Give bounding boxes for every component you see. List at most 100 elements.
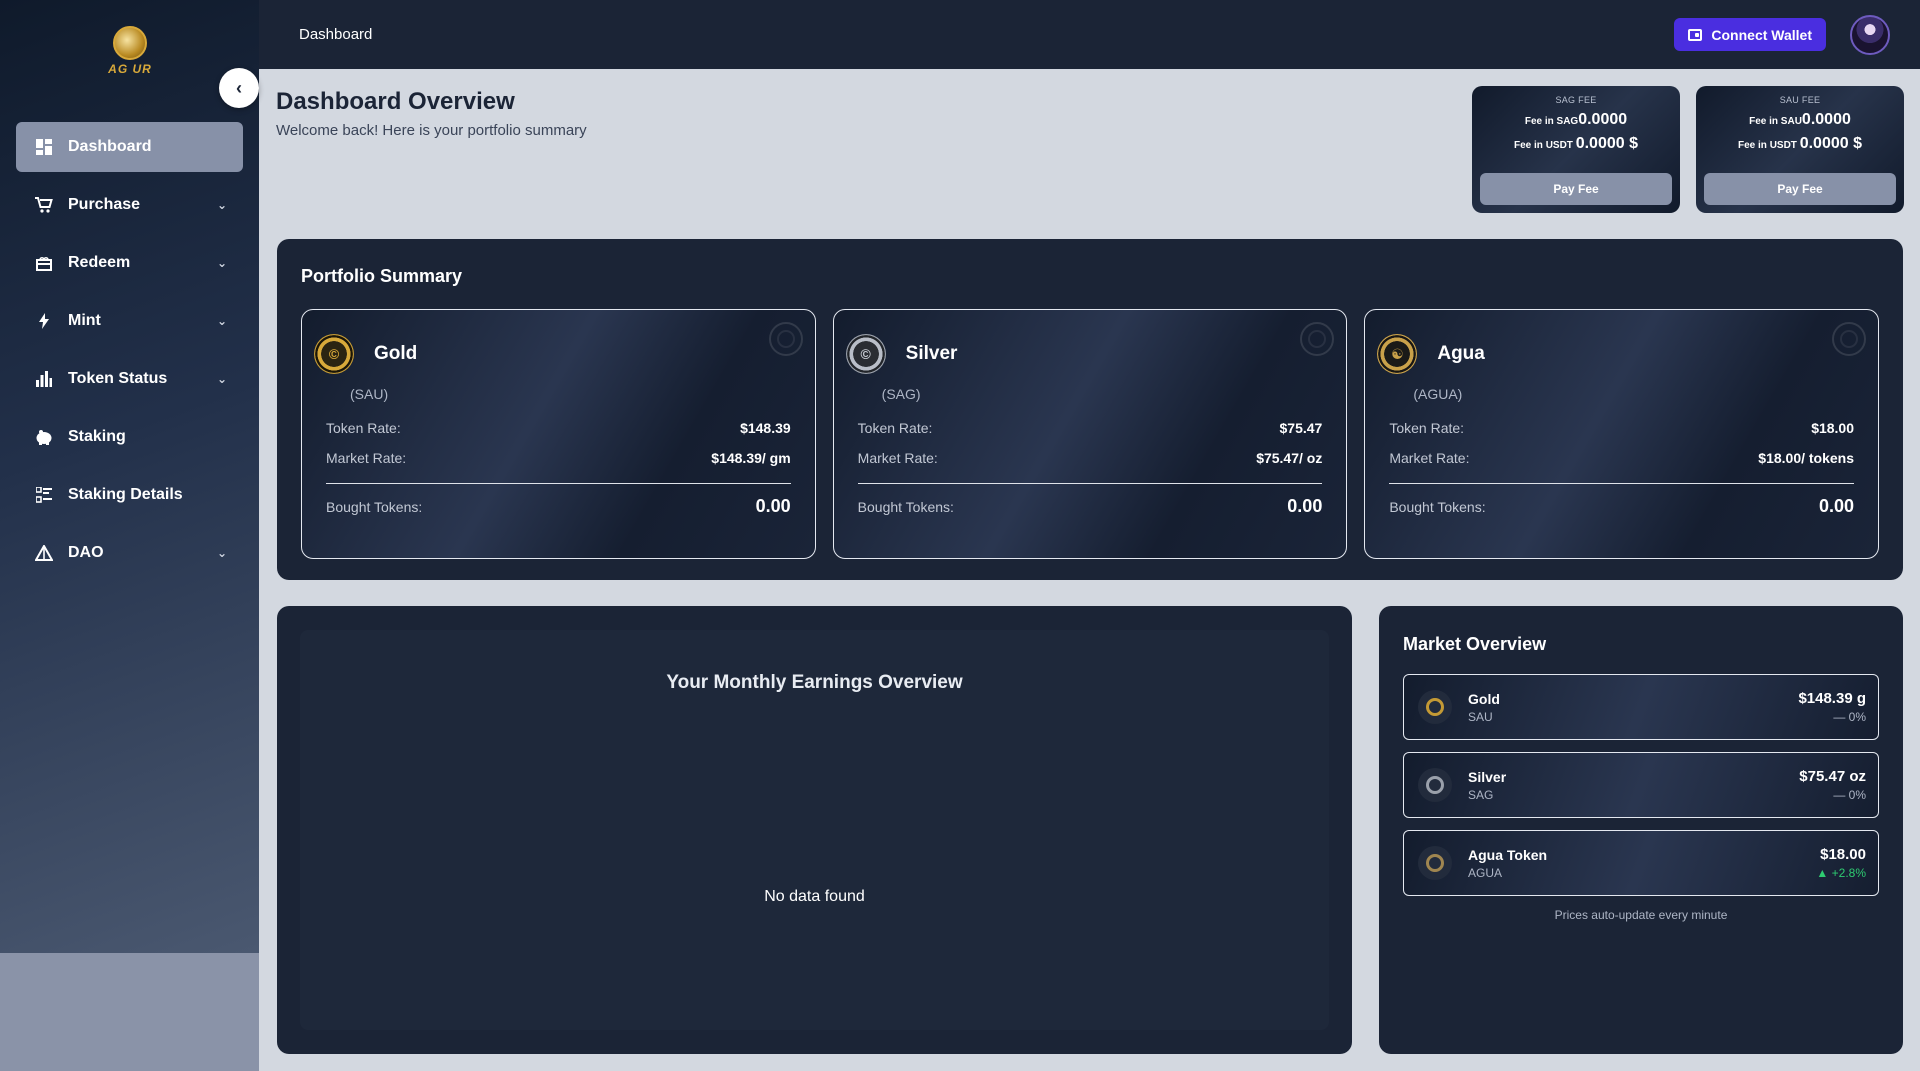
token-card-gold[interactable]: © Gold (SAU) Token Rate: $148.39 Market … — [301, 309, 816, 559]
divider — [857, 483, 1323, 484]
market-item-agua[interactable]: Agua Token AGUA $18.00 ▲ +2.8% — [1403, 830, 1879, 896]
market-rate-label: Market Rate: — [326, 450, 407, 466]
coin-watermark-icon — [768, 322, 803, 356]
token-rate-row: Token Rate: $75.47 — [858, 420, 1323, 436]
sag-fee-card: SAG FEE Fee in SAG0.0000 Fee in USDT 0.0… — [1472, 86, 1680, 213]
market-item-silver[interactable]: Silver SAG $75.47 oz — 0% — [1403, 752, 1879, 818]
sidebar-item-token-status[interactable]: Token Status ⌄ — [16, 354, 243, 404]
market-rate-value: $75.47/ oz — [1256, 450, 1323, 466]
market-item-info: Silver SAG — [1468, 769, 1799, 802]
market-item-name: Silver — [1468, 768, 1507, 785]
market-note: Prices auto-update every minute — [1554, 908, 1728, 922]
bought-tokens-row: Bought Tokens: 0.00 — [326, 496, 791, 517]
sidebar: AG UR Dashboard Purchase ⌄ Redeem ⌄ Mint… — [0, 0, 259, 953]
bought-tokens-label: Bought Tokens: — [326, 498, 423, 515]
market-item-price: $18.00 — [1820, 846, 1866, 863]
earnings-title: Your Monthly Earnings Overview — [666, 672, 963, 693]
dao-icon — [34, 543, 54, 563]
sidebar-item-dao[interactable]: DAO ⌄ — [16, 528, 243, 578]
coin-watermark-icon — [1300, 322, 1335, 356]
fee-usdt-prefix: Fee in USDT — [1514, 140, 1573, 151]
chevron-down-icon: ⌄ — [216, 198, 227, 212]
page-subtitle: Welcome back! Here is your portfolio sum… — [276, 122, 587, 139]
market-rate-row: Market Rate: $75.47/ oz — [858, 450, 1323, 466]
market-item-price: $148.39 g — [1798, 690, 1866, 707]
fee-token-prefix: Fee in SAU — [1749, 116, 1802, 127]
market-item-change: — 0% — [1833, 710, 1866, 724]
agua-coin-icon: ☯ — [1377, 334, 1418, 374]
earnings-chart-area: Your Monthly Earnings Overview No data f… — [300, 630, 1329, 1030]
token-rates: Token Rate: $75.47 Market Rate: $75.47/ … — [858, 420, 1323, 466]
page-title: Dashboard Overview — [276, 88, 515, 115]
portfolio-summary-panel: Portfolio Summary © Gold (SAU) Token Rat… — [277, 239, 1903, 580]
chevron-down-icon: ⌄ — [216, 546, 227, 560]
earnings-panel: Your Monthly Earnings Overview No data f… — [277, 606, 1352, 1054]
brand-logo[interactable]: AG UR — [108, 26, 152, 78]
chevron-left-icon: ‹ — [236, 77, 242, 98]
fee-token-row: Fee in SAG0.0000 — [1480, 111, 1672, 129]
sidebar-item-mint[interactable]: Mint ⌄ — [16, 296, 243, 346]
token-header: ☯ Agua — [1377, 334, 1854, 374]
market-item-info: Gold SAU — [1468, 691, 1798, 724]
no-data-message: No data found — [764, 888, 865, 905]
token-name: Silver — [905, 343, 958, 364]
token-rate-label: Token Rate: — [1389, 420, 1465, 436]
piggy-bank-icon — [34, 427, 54, 447]
market-item-gold[interactable]: Gold SAU $148.39 g — 0% — [1403, 674, 1879, 740]
connect-wallet-button[interactable]: Connect Wallet — [1674, 18, 1826, 51]
bought-tokens-row: Bought Tokens: 0.00 — [1389, 496, 1854, 517]
logo-text: AG UR — [108, 62, 152, 76]
market-item-pricing: $148.39 g — 0% — [1798, 690, 1866, 724]
token-card-agua[interactable]: ☯ Agua (AGUA) Token Rate: $18.00 Market … — [1364, 309, 1880, 559]
logo-coin-icon — [113, 26, 147, 60]
sidebar-item-dashboard[interactable]: Dashboard — [16, 122, 243, 172]
market-item-name: Agua Token — [1468, 846, 1548, 863]
gold-coin-icon: © — [314, 334, 354, 374]
wallet-icon — [1688, 28, 1703, 41]
token-header: © Silver — [845, 334, 1323, 374]
sidebar-item-label: Mint — [68, 312, 101, 329]
market-list: Gold SAU $148.39 g — 0% Silver SAG $75.4… — [1403, 674, 1879, 896]
token-rate-label: Token Rate: — [326, 420, 401, 436]
chevron-down-icon: ⌄ — [216, 372, 227, 386]
sidebar-item-purchase[interactable]: Purchase ⌄ — [16, 180, 243, 230]
topbar-title: Dashboard — [299, 26, 373, 43]
silver-coin-icon: © — [845, 334, 886, 374]
market-item-symbol: SAU — [1468, 709, 1493, 724]
market-rate-label: Market Rate: — [1389, 450, 1470, 466]
sidebar-footer — [0, 953, 259, 1071]
fee-token-value: 0.0000 — [1801, 111, 1851, 128]
fee-usdt-row: Fee in USDT 0.0000 $ — [1704, 135, 1896, 153]
token-symbol: (SAU) — [350, 386, 389, 402]
bought-tokens-value: 0.00 — [1818, 496, 1855, 516]
sidebar-item-staking-details[interactable]: Staking Details — [16, 470, 243, 520]
fee-token-row: Fee in SAU0.0000 — [1704, 111, 1896, 129]
token-name: Agua — [1437, 343, 1485, 364]
pay-fee-button[interactable]: Pay Fee — [1704, 173, 1896, 205]
market-rate-row: Market Rate: $148.39/ gm — [326, 450, 791, 466]
top-bar: Dashboard Connect Wallet — [259, 0, 1920, 69]
fee-usdt-value: 0.0000 $ — [1799, 135, 1862, 152]
market-overview-panel: Market Overview Gold SAU $148.39 g — 0% … — [1379, 606, 1903, 1054]
market-rate-row: Market Rate: $18.00/ tokens — [1389, 450, 1854, 466]
connect-wallet-label: Connect Wallet — [1711, 26, 1812, 43]
market-title: Market Overview — [1403, 634, 1547, 654]
market-item-name: Gold — [1468, 690, 1500, 707]
user-avatar[interactable] — [1850, 14, 1890, 55]
market-item-price: $75.47 oz — [1799, 768, 1866, 785]
token-card-silver[interactable]: © Silver (SAG) Token Rate: $75.47 Market… — [832, 309, 1348, 559]
sidebar-item-staking[interactable]: Staking — [16, 412, 243, 462]
token-name: Gold — [374, 343, 418, 364]
token-rates: Token Rate: $18.00 Market Rate: $18.00/ … — [1389, 420, 1854, 466]
market-item-change: — 0% — [1833, 788, 1866, 802]
fee-label: SAU FEE — [1779, 95, 1821, 105]
market-rate-value: $18.00/ tokens — [1758, 450, 1855, 466]
fee-label: SAG FEE — [1555, 95, 1597, 105]
sidebar-collapse-button[interactable]: ‹ — [219, 68, 259, 108]
token-symbol: (AGUA) — [1413, 386, 1463, 402]
pay-fee-button[interactable]: Pay Fee — [1480, 173, 1672, 205]
fee-token-value: 0.0000 — [1578, 111, 1628, 128]
fee-token-prefix: Fee in SAG — [1524, 116, 1579, 127]
token-rate-value: $18.00 — [1811, 420, 1855, 436]
sidebar-item-redeem[interactable]: Redeem ⌄ — [16, 238, 243, 288]
